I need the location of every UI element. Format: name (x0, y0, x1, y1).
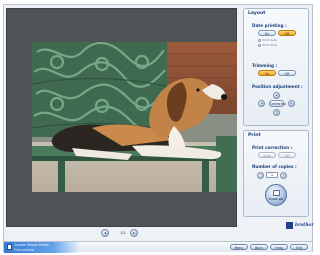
centering-button[interactable]: Centering (269, 100, 286, 107)
layout-panel-title: Layout (248, 11, 266, 16)
chevron-left-icon: ◂ (103, 230, 106, 235)
copies-count-field[interactable]: 1 (266, 172, 278, 178)
move-up-button[interactable]: ▴ (273, 92, 280, 99)
status-subtitle: Print preview (14, 247, 35, 252)
plus-icon: + (282, 173, 285, 177)
chevron-right-icon: ▸ (290, 101, 293, 105)
position-adjustment-label: Position adjustment : (252, 84, 303, 89)
print-correction-auto-toggle[interactable]: Auto (258, 152, 276, 158)
print-date-label: Print date (262, 38, 278, 42)
print-panel-title: Print (248, 133, 261, 138)
move-left-button[interactable]: ◂ (258, 100, 265, 107)
radio-icon (258, 43, 261, 47)
chevron-up-icon: ▴ (275, 93, 278, 97)
document-icon (7, 244, 12, 250)
trimming-label: Trimming : (252, 63, 278, 68)
print-all-button[interactable]: Print all (265, 184, 287, 206)
date-printing-off-toggle[interactable]: Off (278, 30, 296, 36)
preview-photo[interactable] (32, 42, 237, 192)
trimming-on-toggle[interactable]: On (258, 70, 276, 76)
printer-icon (272, 189, 280, 196)
back-button[interactable]: Back (250, 244, 268, 250)
number-of-copies-label: Number of copies : (252, 164, 297, 169)
chevron-left-icon: ◂ (260, 101, 263, 105)
print-correction-off-toggle[interactable]: Off (278, 152, 296, 158)
date-printing-label: Date printing : (252, 23, 287, 28)
next-page-button[interactable]: ▸ (130, 229, 138, 237)
preview-navigation: ◂ 1/1 ▸ (6, 228, 237, 239)
trimming-off-toggle[interactable]: Off (278, 70, 296, 76)
move-right-button[interactable]: ▸ (288, 100, 295, 107)
status-title: Custom Simple Viewer (14, 243, 49, 247)
print-time-option[interactable]: Print time (258, 43, 277, 47)
move-down-button[interactable]: ▾ (273, 109, 280, 116)
print-panel: Print Print correction : Auto Off Number… (243, 130, 309, 217)
decrease-copies-button[interactable]: − (257, 172, 264, 179)
radio-icon (258, 38, 261, 42)
print-date-option[interactable]: Print date (258, 38, 277, 42)
print-correction-label: Print correction : (252, 145, 293, 150)
print-all-label: Print all (269, 196, 283, 201)
date-printing-on-toggle[interactable]: On (258, 30, 276, 36)
help-button[interactable]: Help (270, 244, 288, 250)
brand-logo-mark (286, 222, 293, 229)
print-time-label: Print time (262, 43, 278, 47)
exit-button[interactable]: Exit (290, 244, 308, 250)
chevron-down-icon: ▾ (275, 110, 278, 114)
minus-icon: − (259, 173, 262, 177)
brand-logo: brother (286, 222, 314, 231)
page-indicator: 1/1 (120, 231, 126, 235)
increase-copies-button[interactable]: + (280, 172, 287, 179)
photo-image (32, 42, 237, 192)
brand-logo-text: brother (295, 223, 314, 228)
layout-panel: Layout Date printing : On Off Print date… (243, 8, 309, 126)
menu-button[interactable]: Menu (230, 244, 248, 250)
previous-page-button[interactable]: ◂ (101, 229, 109, 237)
chevron-right-icon: ▸ (132, 230, 135, 235)
